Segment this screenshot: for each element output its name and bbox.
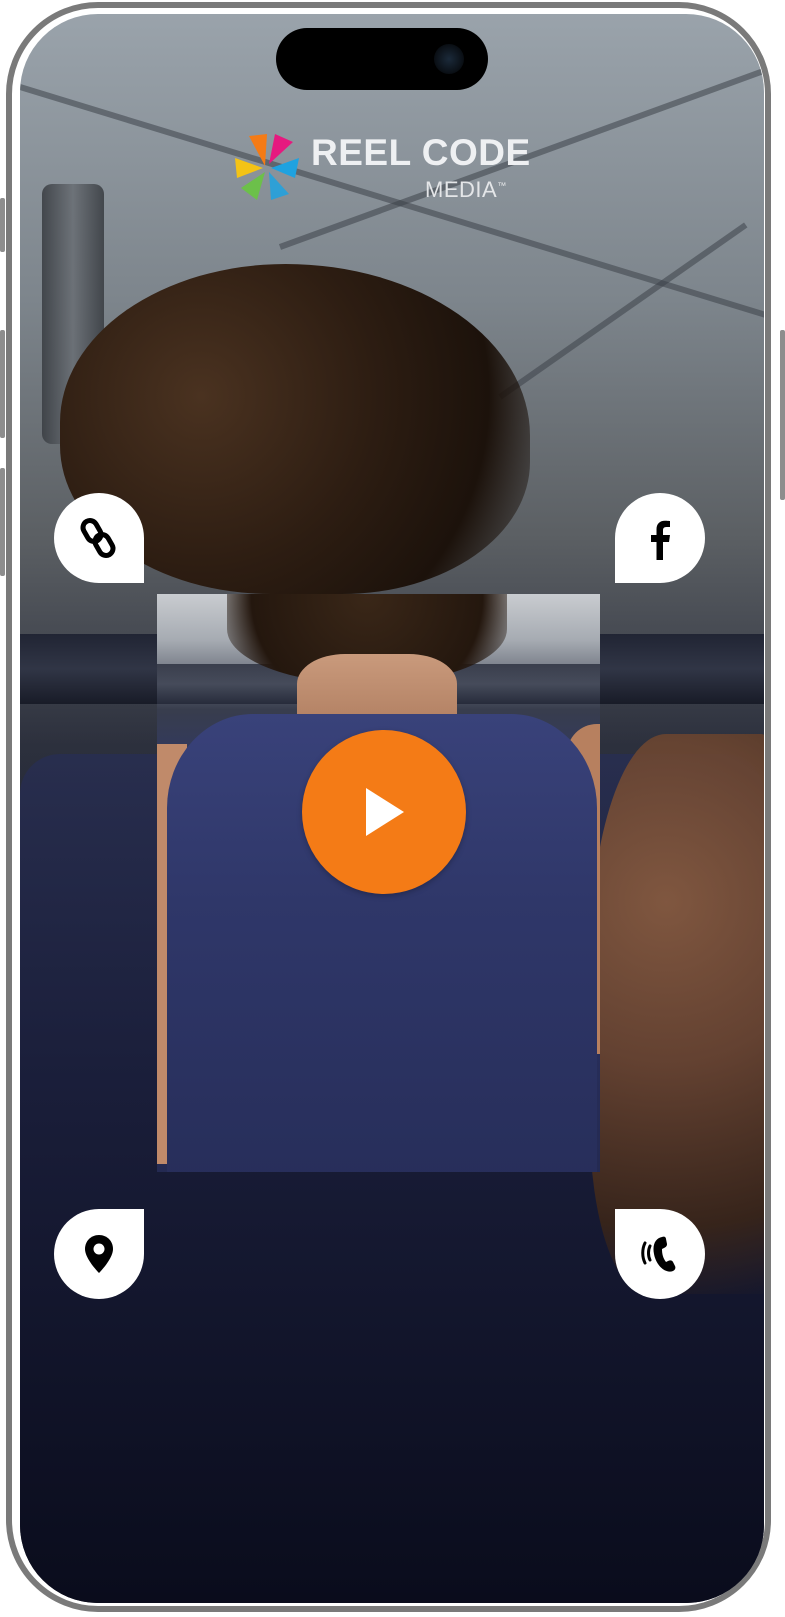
brand-sub: MEDIA™ [425, 177, 507, 202]
location-button[interactable] [54, 1209, 144, 1299]
facebook-button[interactable] [615, 493, 705, 583]
link-button[interactable] [54, 493, 144, 583]
trademark-mark: ™ [497, 180, 507, 191]
canopy-beam [498, 222, 748, 400]
phone-call-icon [641, 1236, 676, 1272]
side-button-left-3 [0, 468, 5, 576]
side-button-left-1 [0, 198, 5, 252]
brand-logo: REEL CODE MEDIA™ [235, 128, 530, 208]
phone-button[interactable] [615, 1209, 705, 1299]
location-pin-icon [85, 1235, 113, 1273]
brand-name: REEL CODE [311, 132, 531, 173]
logo-mark-icon [235, 134, 299, 200]
front-camera [434, 44, 464, 74]
side-button-left-2 [0, 330, 5, 438]
side-button-right [780, 330, 785, 500]
play-button[interactable] [302, 730, 466, 894]
link-icon [80, 518, 116, 558]
facebook-icon [651, 520, 670, 560]
play-icon [366, 788, 404, 836]
